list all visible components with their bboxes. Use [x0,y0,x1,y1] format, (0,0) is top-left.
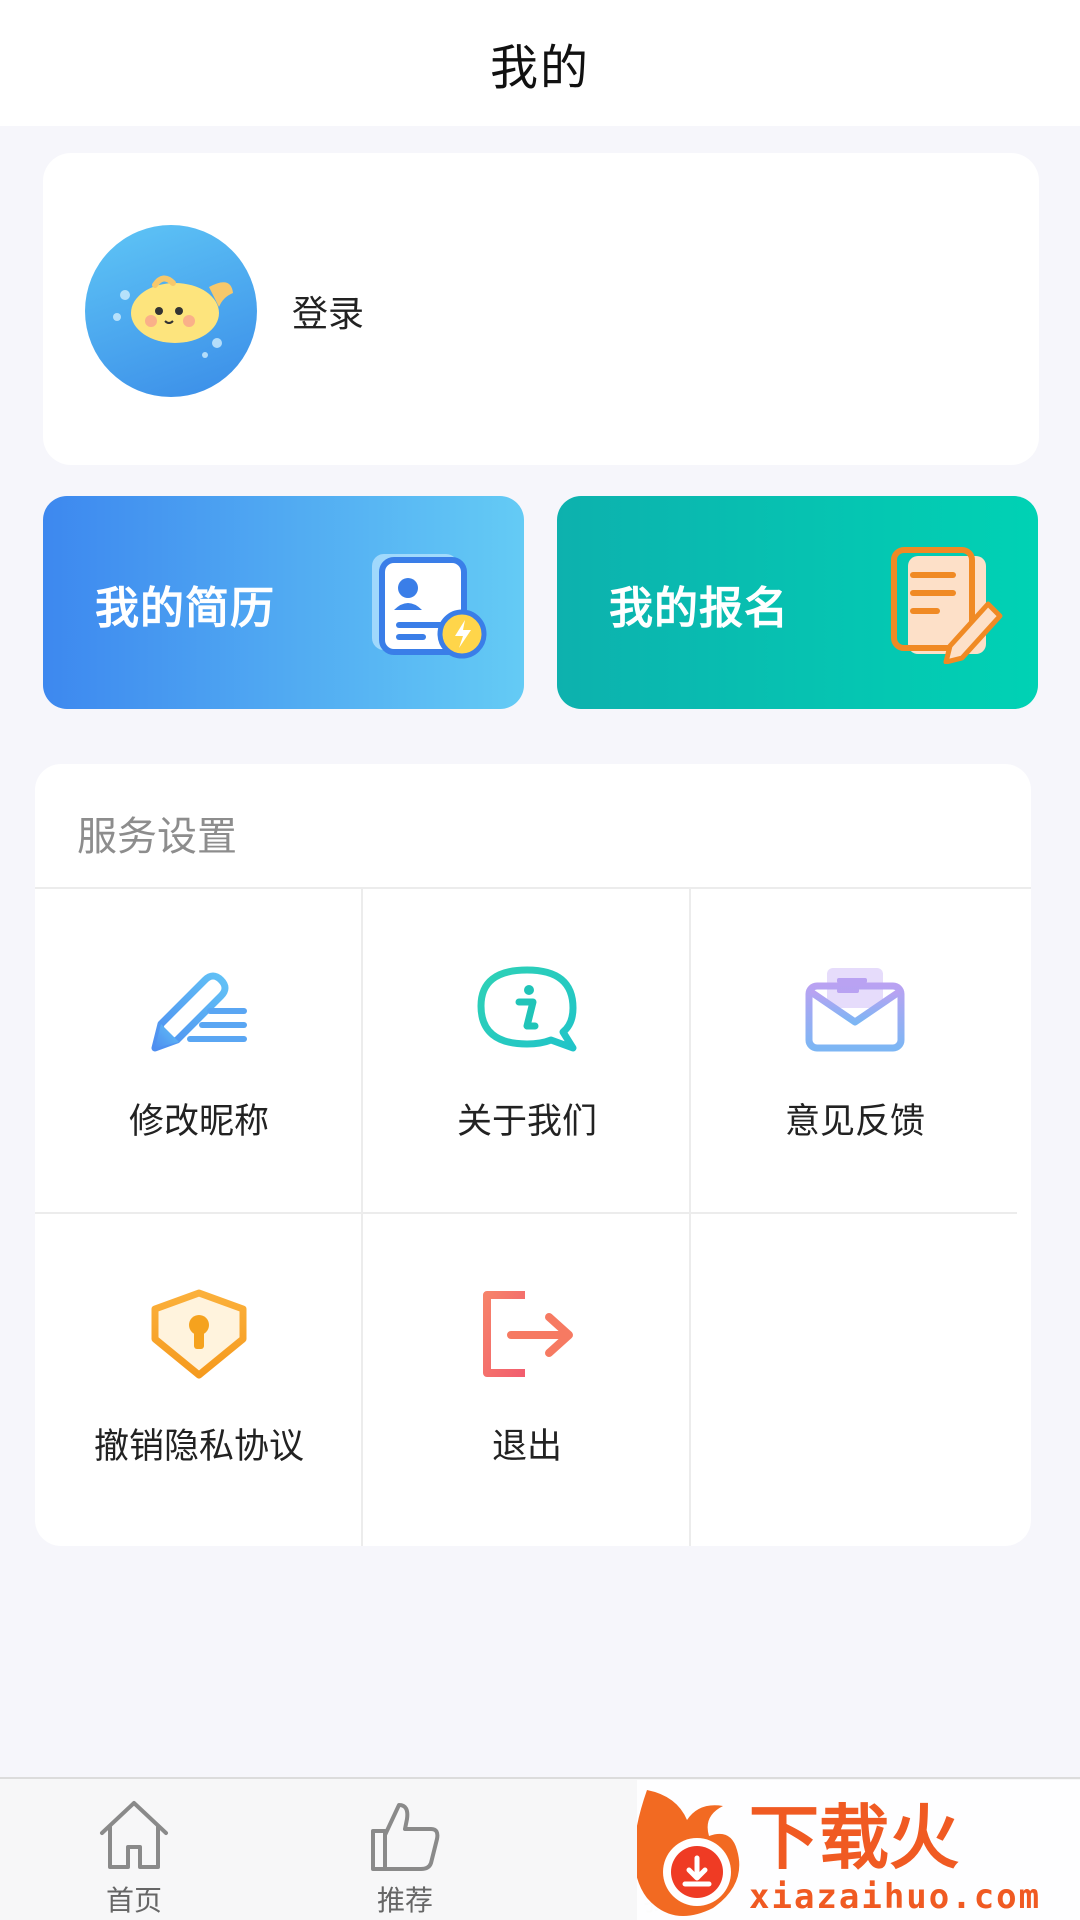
edit-nickname-button[interactable]: 修改昵称 [35,889,363,1212]
fish-avatar-icon [113,275,233,358]
logout-label: 退出 [491,1427,562,1467]
top-navigation-bar: 我的 [0,0,1080,126]
about-us-button[interactable]: 关于我们 [363,889,691,1212]
home-icon [94,1795,174,1875]
signup-form-icon [880,546,1008,664]
resume-icon [366,546,494,664]
watermark-brand: 下载火 [749,1797,959,1879]
thumbs-up-icon [365,1795,445,1875]
mail-envelope-icon [803,964,907,1054]
my-signup-card[interactable]: 我的报名 [557,496,1038,709]
feedback-label: 意见反馈 [784,1102,925,1142]
avatar[interactable] [85,225,257,397]
my-resume-label: 我的简历 [95,583,275,634]
tab-recommend[interactable]: 推荐 [340,1795,470,1917]
page-title: 我的 [489,40,590,96]
section-title: 服务设置 [77,814,237,860]
about-us-label: 关于我们 [456,1102,597,1142]
logout-button[interactable]: 退出 [363,1214,691,1537]
edit-pencil-icon [147,964,251,1054]
tab-recommend-label: 推荐 [376,1884,433,1917]
service-settings-panel: 服务设置 修改昵称 关于我们 意见反馈 撤销隐私协议 退出 [35,764,1031,1546]
login-link[interactable]: 登录 [292,285,364,337]
logout-icon [475,1289,579,1379]
info-bubble-icon [475,964,579,1054]
my-resume-card[interactable]: 我的简历 [43,496,524,709]
feedback-button[interactable]: 意见反馈 [691,889,1019,1212]
revoke-privacy-label: 撤销隐私协议 [93,1427,304,1467]
profile-card[interactable]: 登录 [43,153,1039,465]
watermark-logo: 下载火 xiazaihuo.com [637,1780,1080,1920]
tab-home-label: 首页 [105,1884,162,1917]
edit-nickname-label: 修改昵称 [128,1102,269,1142]
service-grid: 修改昵称 关于我们 意见反馈 撤销隐私协议 退出 [35,889,1031,1546]
tab-home[interactable]: 首页 [69,1795,199,1917]
watermark-domain: xiazaihuo.com [749,1877,1041,1917]
my-signup-label: 我的报名 [609,583,789,634]
revoke-privacy-button[interactable]: 撤销隐私协议 [35,1214,363,1537]
lock-shield-icon [147,1289,251,1379]
mine-page: 我的 登录 我的简历 我的报名 服务设置 修改昵称 关于我们 意见反馈 撤销隐私… [0,0,1080,1920]
